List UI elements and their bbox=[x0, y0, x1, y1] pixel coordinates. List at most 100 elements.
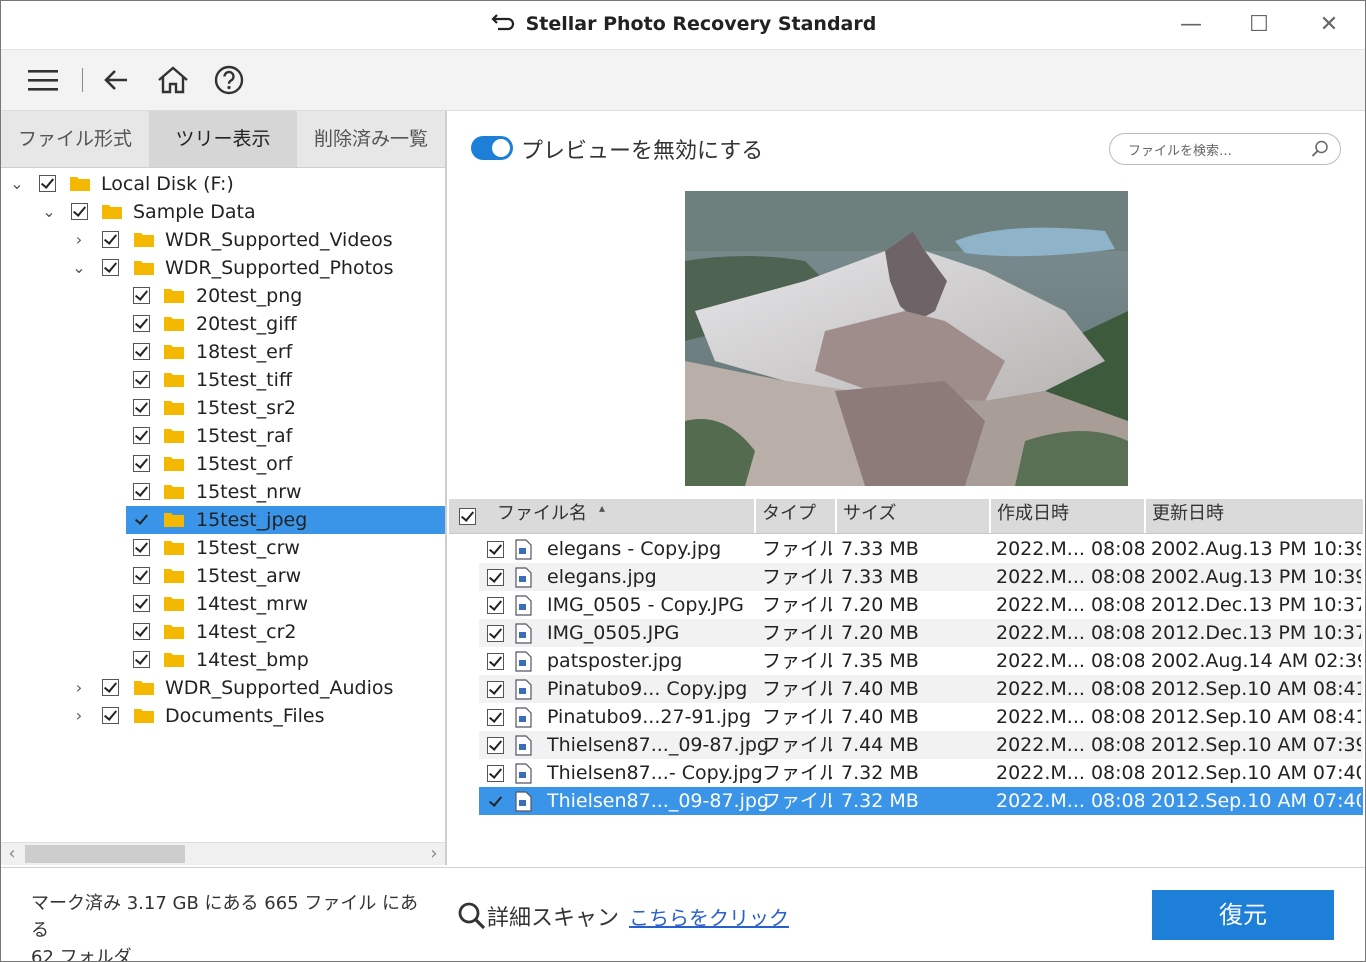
row-checkbox[interactable] bbox=[487, 625, 504, 642]
tree-item[interactable]: 20test_giff bbox=[1, 310, 445, 338]
tree-checkbox[interactable] bbox=[133, 511, 150, 528]
tab-deleted-list[interactable]: 削除済み一覧 bbox=[297, 111, 445, 167]
select-all-checkbox[interactable] bbox=[459, 508, 476, 525]
chevron-down-icon[interactable]: ⌄ bbox=[69, 254, 89, 282]
row-checkbox[interactable] bbox=[487, 793, 504, 810]
tree-checkbox[interactable] bbox=[133, 455, 150, 472]
tree-item[interactable]: 14test_mrw bbox=[1, 590, 445, 618]
tree-checkbox[interactable] bbox=[133, 371, 150, 388]
tree-checkbox[interactable] bbox=[102, 707, 119, 724]
chevron-right-icon[interactable]: › bbox=[69, 702, 89, 730]
tree-checkbox[interactable] bbox=[133, 567, 150, 584]
row-checkbox[interactable] bbox=[487, 653, 504, 670]
tree-item[interactable]: › WDR_Supported_Videos bbox=[1, 226, 445, 254]
tree-checkbox[interactable] bbox=[133, 399, 150, 416]
table-row[interactable]: IMG_0505 - Copy.JPG ファイル 7.20 MB 2022.M... … bbox=[479, 591, 1363, 619]
tree-checkbox[interactable] bbox=[133, 595, 150, 612]
tree-item[interactable]: ⌄ Local Disk (F:) bbox=[1, 170, 445, 198]
col-type[interactable]: タイプ bbox=[756, 499, 837, 533]
help-icon[interactable] bbox=[211, 64, 247, 96]
cell-type: ファイル bbox=[762, 622, 832, 644]
row-checkbox[interactable] bbox=[487, 597, 504, 614]
tree-item[interactable]: 15test_sr2 bbox=[1, 394, 445, 422]
tree-checkbox[interactable] bbox=[133, 343, 150, 360]
col-size[interactable]: サイズ bbox=[837, 499, 991, 533]
row-checkbox[interactable] bbox=[487, 765, 504, 782]
deep-scan-link[interactable]: こちらをクリック bbox=[629, 906, 789, 930]
table-row[interactable]: elegans - Copy.jpg ファイル 7.33 MB 2022.M... 0… bbox=[479, 535, 1363, 563]
tab-tree-view[interactable]: ツリー表示 bbox=[149, 111, 297, 167]
col-created[interactable]: 作成日時 bbox=[991, 499, 1146, 533]
scroll-right-icon[interactable]: › bbox=[423, 843, 445, 865]
tree-item[interactable]: › Documents_Files bbox=[1, 702, 445, 730]
menu-icon[interactable] bbox=[26, 64, 62, 96]
folder-icon bbox=[164, 373, 184, 387]
tree-item[interactable]: 15test_jpeg bbox=[1, 506, 445, 534]
status-line-1: マーク済み 3.17 GB にある 665 ファイル にある bbox=[31, 893, 419, 941]
row-checkbox[interactable] bbox=[487, 709, 504, 726]
chevron-right-icon[interactable]: › bbox=[69, 674, 89, 702]
row-checkbox[interactable] bbox=[487, 681, 504, 698]
tree-checkbox[interactable] bbox=[102, 679, 119, 696]
row-checkbox[interactable] bbox=[487, 737, 504, 754]
col-modified[interactable]: 更新日時 bbox=[1146, 499, 1363, 533]
chevron-down-icon[interactable]: ⌄ bbox=[39, 198, 59, 226]
chevron-down-icon[interactable]: ⌄ bbox=[7, 170, 27, 198]
tab-file-type[interactable]: ファイル形式 bbox=[1, 111, 149, 167]
recover-button[interactable]: 復元 bbox=[1152, 890, 1334, 940]
tree-checkbox[interactable] bbox=[102, 231, 119, 248]
tree-item-label: Sample Data bbox=[133, 201, 256, 223]
tree-checkbox[interactable] bbox=[39, 175, 56, 192]
tree-checkbox[interactable] bbox=[133, 623, 150, 640]
search-input[interactable]: ファイルを検索… bbox=[1128, 140, 1232, 159]
table-row[interactable]: Thielsen87..._09-87.jpg ファイル 7.32 MB 2022.M… bbox=[479, 787, 1363, 815]
file-search[interactable]: ファイルを検索… bbox=[1109, 133, 1341, 165]
table-row[interactable]: patsposter.jpg ファイル 7.35 MB 2022.M... 08:08… bbox=[479, 647, 1363, 675]
tree-item[interactable]: 14test_cr2 bbox=[1, 618, 445, 646]
scroll-left-icon[interactable]: ‹ bbox=[1, 843, 23, 865]
minimize-button[interactable]: — bbox=[1171, 9, 1211, 41]
tree-checkbox[interactable] bbox=[133, 287, 150, 304]
magnifier-icon bbox=[458, 902, 486, 930]
tree-item-label: 15test_orf bbox=[196, 453, 293, 475]
horizontal-scrollbar[interactable]: ‹ › bbox=[1, 842, 445, 865]
tree-item[interactable]: 15test_arw bbox=[1, 562, 445, 590]
tree-item[interactable]: 18test_erf bbox=[1, 338, 445, 366]
table-row[interactable]: elegans.jpg ファイル 7.33 MB 2022.M... 08:08 200… bbox=[479, 563, 1363, 591]
tree-checkbox[interactable] bbox=[133, 539, 150, 556]
tree-item[interactable]: 15test_raf bbox=[1, 422, 445, 450]
tree-item[interactable]: › WDR_Supported_Audios bbox=[1, 674, 445, 702]
tree-checkbox[interactable] bbox=[133, 483, 150, 500]
tree-item[interactable]: 14test_bmp bbox=[1, 646, 445, 674]
tree-checkbox[interactable] bbox=[133, 651, 150, 668]
table-row[interactable]: Pinatubo9... Copy.jpg ファイル 7.40 MB 2022.M..… bbox=[479, 675, 1363, 703]
tree-checkbox[interactable] bbox=[133, 315, 150, 332]
chevron-right-icon[interactable]: › bbox=[69, 226, 89, 254]
maximize-button[interactable]: ☐ bbox=[1239, 9, 1279, 41]
tree-item[interactable]: 20test_png bbox=[1, 282, 445, 310]
table-row[interactable]: Thielsen87..._09-87.jpg ファイル 7.44 MB 2022.M… bbox=[479, 731, 1363, 759]
tree-item[interactable]: 15test_nrw bbox=[1, 478, 445, 506]
col-name[interactable]: ファイル名 ▴ bbox=[449, 499, 756, 533]
tree-item[interactable]: ⌄ WDR_Supported_Photos bbox=[1, 254, 445, 282]
tree-item[interactable]: 15test_crw bbox=[1, 534, 445, 562]
scroll-thumb[interactable] bbox=[25, 845, 185, 863]
table-row[interactable]: Pinatubo9...27-91.jpg ファイル 7.40 MB 2022.M..… bbox=[479, 703, 1363, 731]
close-button[interactable]: ✕ bbox=[1309, 9, 1349, 41]
row-checkbox[interactable] bbox=[487, 569, 504, 586]
table-row[interactable]: IMG_0505.JPG ファイル 7.20 MB 2022.M... 08:08 20… bbox=[479, 619, 1363, 647]
row-checkbox[interactable] bbox=[487, 541, 504, 558]
search-icon[interactable] bbox=[1310, 139, 1330, 159]
tree-checkbox[interactable] bbox=[71, 203, 88, 220]
back-arrow-icon[interactable] bbox=[99, 64, 135, 96]
home-icon[interactable] bbox=[155, 64, 191, 96]
left-panel: ファイル形式 ツリー表示 削除済み一覧 ⌄ Local Disk (F:) ⌄ Sam… bbox=[1, 111, 447, 865]
tree-checkbox[interactable] bbox=[102, 259, 119, 276]
tree-item[interactable]: 15test_tiff bbox=[1, 366, 445, 394]
preview-toggle[interactable] bbox=[471, 136, 513, 160]
tree-item[interactable]: ⌄ Sample Data bbox=[1, 198, 445, 226]
tree-checkbox[interactable] bbox=[133, 427, 150, 444]
table-row[interactable]: Thielsen87...- Copy.jpg ファイル 7.32 MB 2022.M… bbox=[479, 759, 1363, 787]
tree-item[interactable]: 15test_orf bbox=[1, 450, 445, 478]
cell-type: ファイル bbox=[762, 706, 832, 728]
